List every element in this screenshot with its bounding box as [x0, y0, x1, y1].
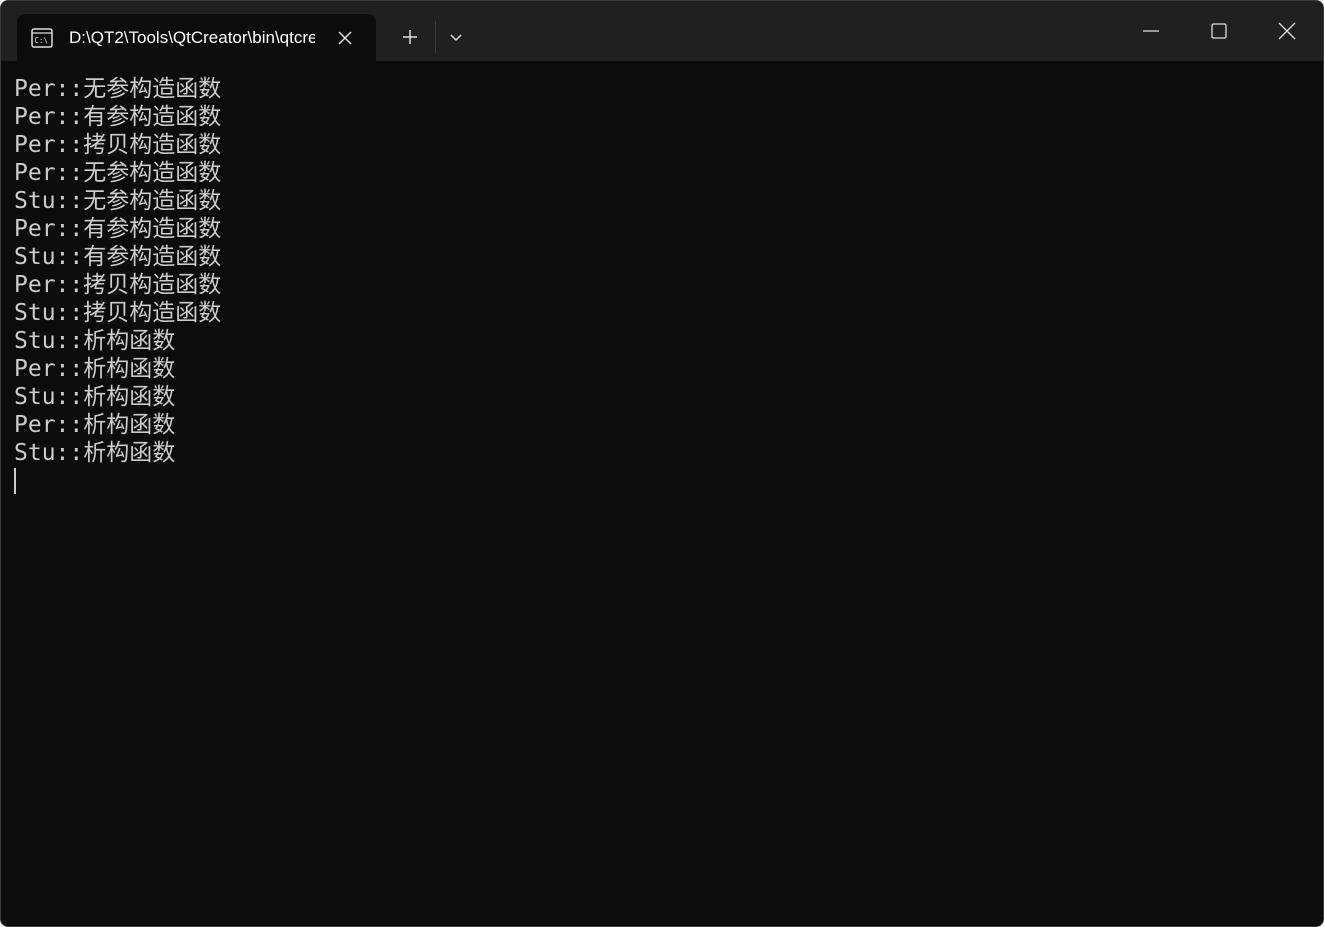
terminal-tab[interactable]: C:\ D:\QT2\Tools\QtCreator\bin\qtcreator…: [17, 14, 376, 61]
chevron-down-icon[interactable]: [443, 23, 469, 51]
close-icon: [1278, 22, 1296, 40]
console-line: Stu::有参构造函数: [14, 244, 222, 270]
maximize-button[interactable]: [1185, 1, 1253, 61]
console-line: Stu::无参构造函数: [14, 188, 222, 214]
console-line: Per::无参构造函数: [14, 160, 222, 186]
console-line: Per::析构函数: [14, 356, 176, 382]
title-bar[interactable]: C:\ D:\QT2\Tools\QtCreator\bin\qtcreator…: [1, 1, 1323, 61]
console-output[interactable]: Per::无参构造函数 Per::有参构造函数 Per::拷贝构造函数 Per:…: [14, 75, 1309, 915]
tab-divider: [435, 21, 436, 53]
terminal-window: C:\ D:\QT2\Tools\QtCreator\bin\qtcreator…: [0, 0, 1324, 927]
close-button[interactable]: [1253, 1, 1321, 61]
console-line: Stu::拷贝构造函数: [14, 300, 222, 326]
plus-icon[interactable]: [396, 23, 424, 51]
console-line: Stu::析构函数: [14, 384, 176, 410]
minimize-icon: [1143, 30, 1159, 32]
maximize-icon: [1211, 23, 1227, 39]
text-cursor: [14, 468, 16, 494]
terminal-icon: C:\: [31, 28, 53, 48]
console-line: Per::拷贝构造函数: [14, 132, 222, 158]
console-line: Stu::析构函数: [14, 328, 176, 354]
svg-text:C:\: C:\: [35, 36, 49, 45]
console-line: Per::无参构造函数: [14, 76, 222, 102]
console-line: Per::有参构造函数: [14, 104, 222, 130]
minimize-button[interactable]: [1117, 1, 1185, 61]
tab-title: D:\QT2\Tools\QtCreator\bin\qtcreator_pro…: [69, 28, 315, 47]
close-tab-icon[interactable]: [333, 26, 357, 50]
console-line: Per::拷贝构造函数: [14, 272, 222, 298]
console-line: Per::有参构造函数: [14, 216, 222, 242]
console-line: Stu::析构函数: [14, 440, 176, 466]
console-line: Per::析构函数: [14, 412, 176, 438]
